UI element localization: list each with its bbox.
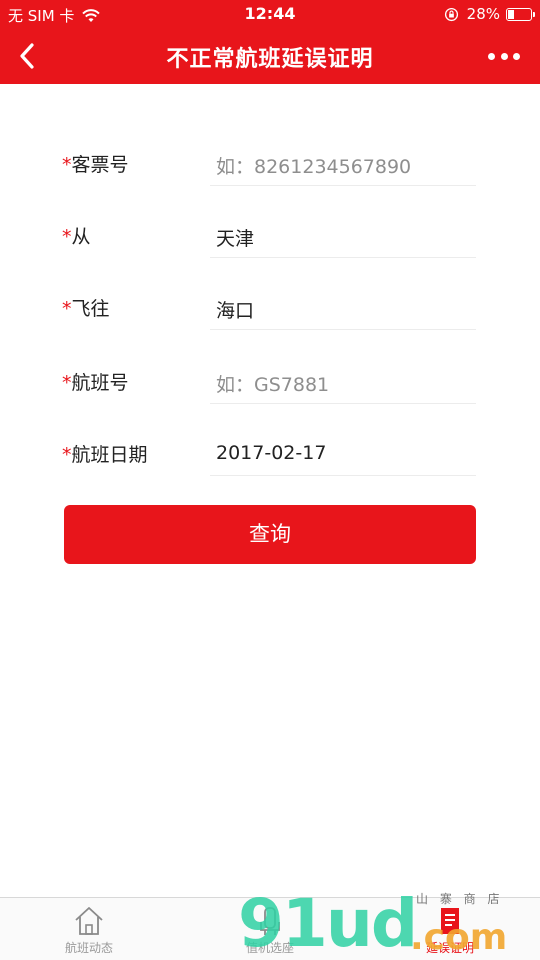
ticket-row: *客票号 如：8261234567890 <box>0 128 540 188</box>
battery-fill <box>508 9 515 19</box>
rotation-lock-icon <box>444 7 458 21</box>
required-mark: * <box>62 226 72 248</box>
tab-label: 航班动态 <box>64 941 113 955</box>
from-row: *从 天津 <box>0 200 540 260</box>
flight-label: *航班号 <box>62 368 129 395</box>
more-dot <box>513 52 520 60</box>
tab-check-in[interactable]: 值机选座 <box>210 904 330 956</box>
required-mark: * <box>62 298 72 320</box>
more-dot <box>500 52 508 60</box>
status-right: 28% <box>444 5 535 23</box>
seat-icon <box>260 907 280 935</box>
more-options-icon[interactable] <box>488 46 520 66</box>
to-label-text: 飞往 <box>71 298 110 320</box>
required-mark: * <box>62 444 72 466</box>
to-label: *飞往 <box>62 294 110 321</box>
tab-bar: 航班动态 值机选座 延误证明 <box>0 897 540 960</box>
tab-flight-status[interactable]: 航班动态 <box>29 904 149 956</box>
flight-row: *航班号 如：GS7881 <box>0 346 540 406</box>
document-icon <box>441 908 459 934</box>
date-label-text: 航班日期 <box>71 444 148 466</box>
status-bar: 无 SIM 卡 12:44 28% <box>0 0 540 28</box>
flight-label-text: 航班号 <box>71 372 129 394</box>
flight-date-input[interactable]: 2017-02-17 <box>210 432 476 476</box>
tab-delay-certificate[interactable]: 延误证明 <box>390 904 510 956</box>
from-city-input[interactable]: 天津 <box>210 214 476 258</box>
tab-label: 延误证明 <box>425 941 474 955</box>
ticket-label: *客票号 <box>62 150 129 177</box>
date-label: *航班日期 <box>62 440 148 467</box>
tab-label: 值机选座 <box>245 941 294 955</box>
date-row: *航班日期 2017-02-17 <box>0 418 540 478</box>
navigation-bar: 不正常航班延误证明 <box>0 28 540 84</box>
ticket-label-text: 客票号 <box>71 154 129 176</box>
top-bar: 无 SIM 卡 12:44 28% 不正常航班延误证明 <box>0 0 540 84</box>
from-label: *从 <box>62 222 91 249</box>
battery-icon <box>506 7 535 21</box>
from-label-text: 从 <box>71 226 91 248</box>
required-mark: * <box>62 372 72 394</box>
search-button[interactable]: 查询 <box>64 505 476 564</box>
required-mark: * <box>62 154 72 176</box>
flight-number-input[interactable]: 如：GS7881 <box>210 360 476 404</box>
home-icon <box>75 907 103 935</box>
ticket-number-input[interactable]: 如：8261234567890 <box>210 142 476 186</box>
page-title: 不正常航班延误证明 <box>166 47 374 72</box>
to-city-input[interactable]: 海口 <box>210 286 476 330</box>
battery-text: 28% <box>466 5 500 23</box>
more-dot <box>488 52 495 60</box>
to-row: *飞往 海口 <box>0 272 540 332</box>
